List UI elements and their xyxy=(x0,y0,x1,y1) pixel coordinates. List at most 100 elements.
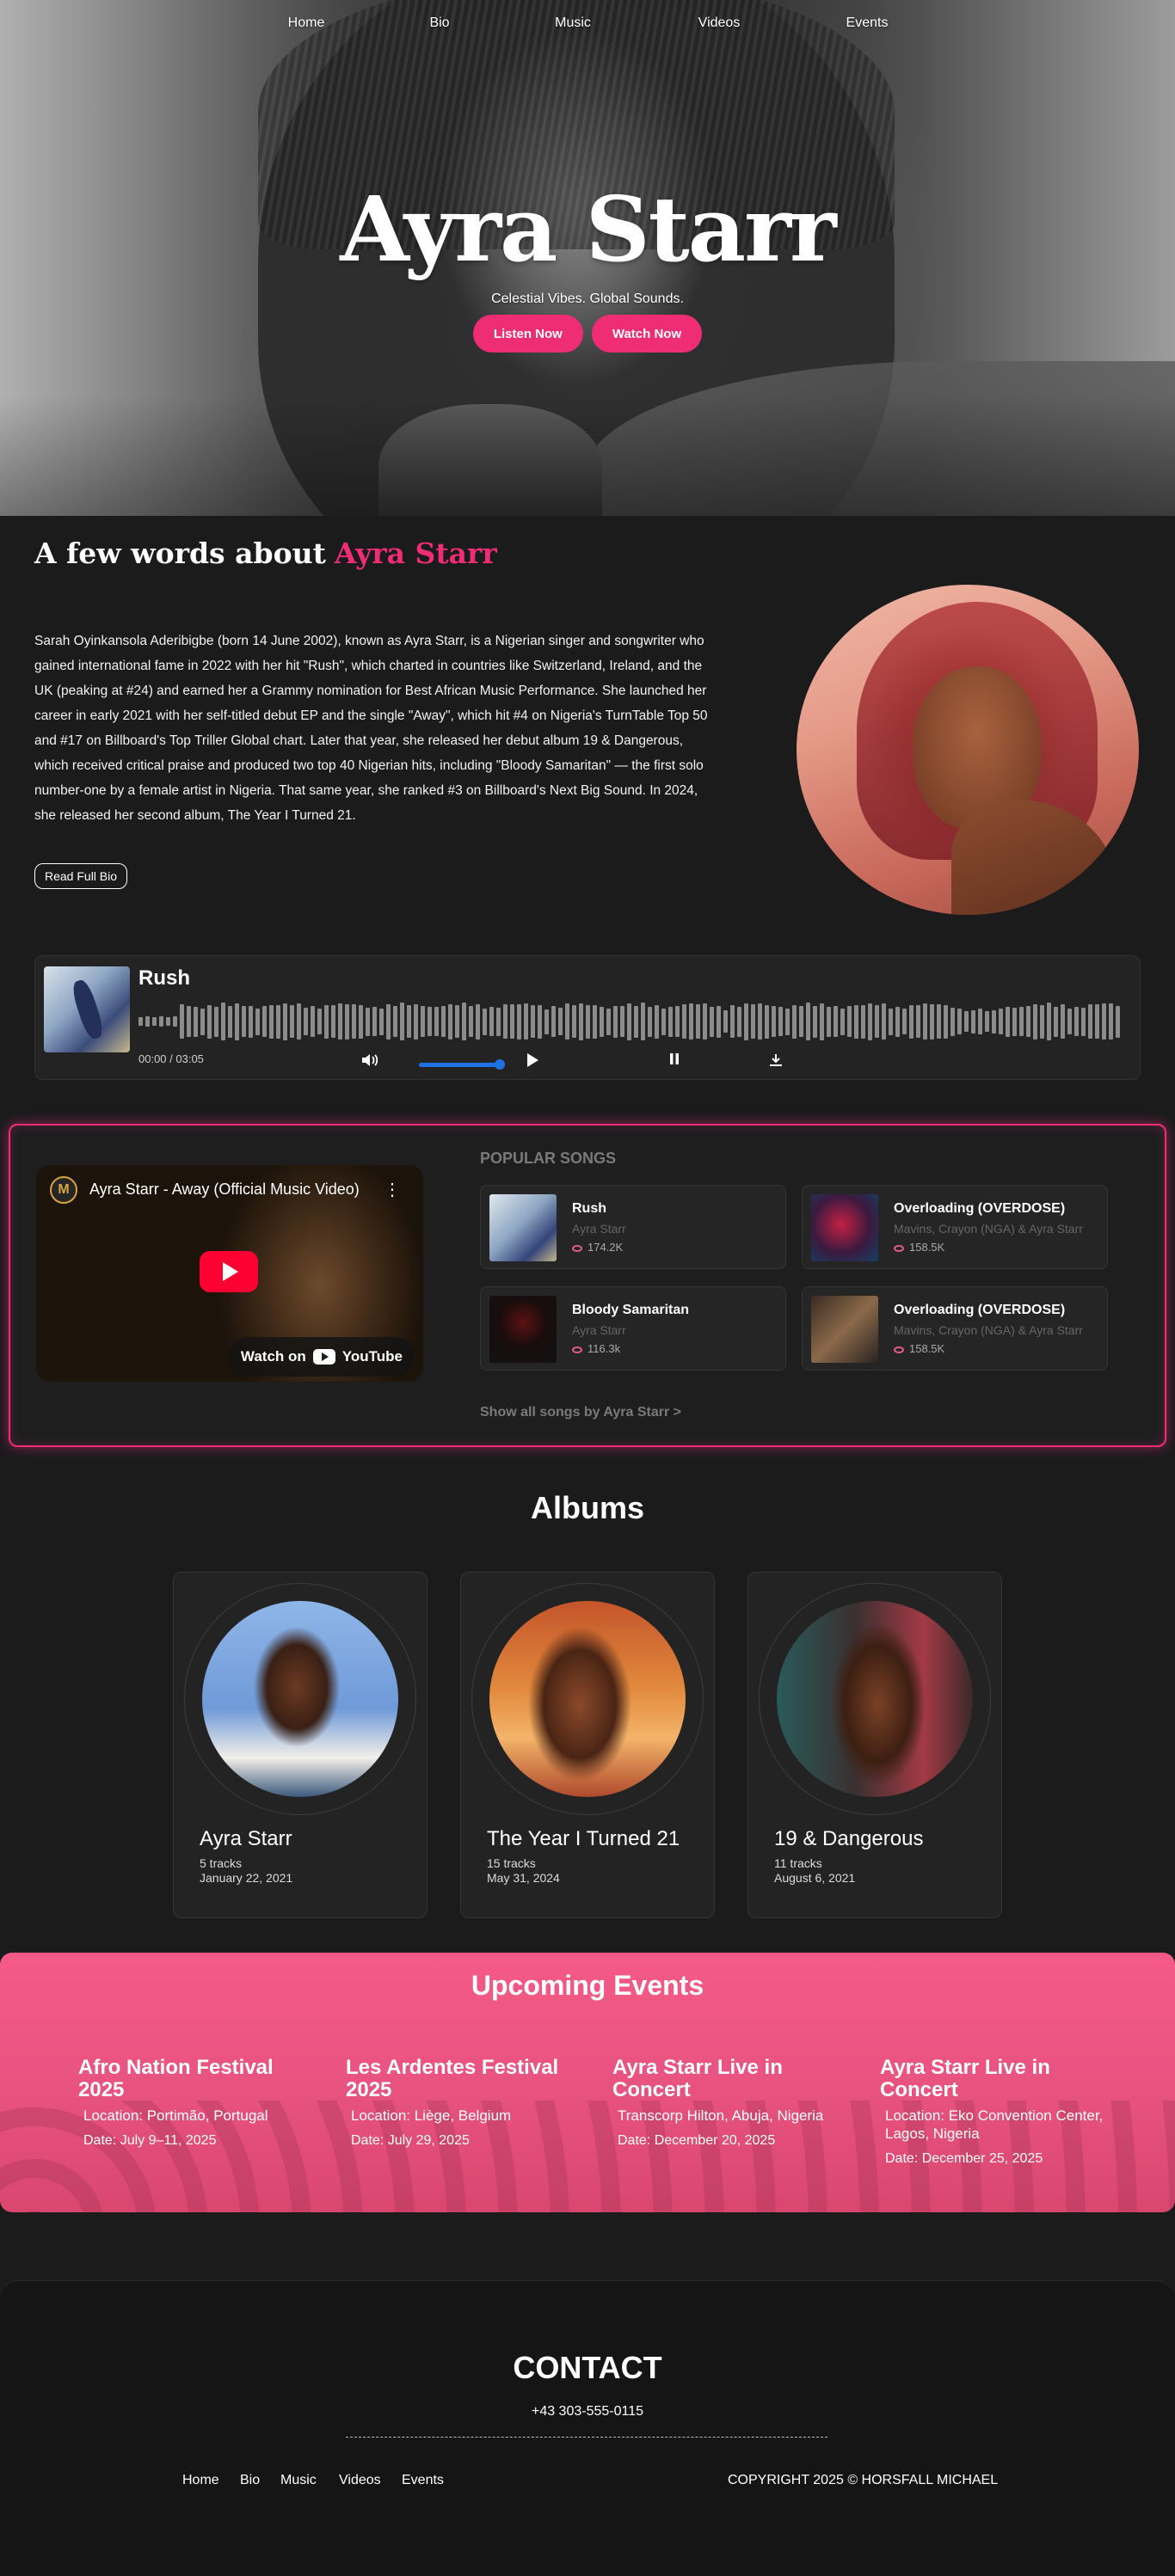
waveform-bar xyxy=(317,1009,322,1034)
volume-slider[interactable] xyxy=(419,1059,505,1070)
video-title[interactable]: Ayra Starr - Away (Official Music Video) xyxy=(89,1181,360,1199)
event-location: Transcorp Hilton, Abuja, Nigeria xyxy=(618,2107,824,2124)
footer-nav-bio[interactable]: Bio xyxy=(240,2473,260,2488)
waveform-bar xyxy=(854,1004,858,1039)
waveform-bar xyxy=(324,1004,329,1039)
waveform-bar xyxy=(620,1006,624,1037)
waveform-bar xyxy=(668,1006,673,1037)
waveform-bar xyxy=(813,1005,817,1038)
waveform-bar xyxy=(978,1009,982,1034)
waveform-bar xyxy=(806,1003,810,1040)
eye-icon xyxy=(572,1346,582,1353)
song-title: Overloading (OVERDOSE) xyxy=(894,1201,1066,1216)
waveform-bar xyxy=(827,1006,831,1037)
waveform-bar xyxy=(496,1007,501,1036)
nav-home[interactable]: Home xyxy=(288,15,325,31)
waveform-bar xyxy=(1047,1003,1051,1040)
album-name: Ayra Starr xyxy=(200,1827,292,1850)
track-title: Rush xyxy=(138,966,190,990)
nav-bio[interactable]: Bio xyxy=(429,15,449,31)
waveform-bar xyxy=(1006,1006,1010,1037)
waveform-bar xyxy=(916,1005,920,1038)
waveform-bar xyxy=(214,1006,218,1037)
youtube-play-icon[interactable] xyxy=(200,1251,258,1292)
waveform-bar xyxy=(359,1004,363,1039)
song-plays-value: 174.2K xyxy=(588,1241,624,1254)
hero-tagline: Celestial Vibes. Global Sounds. xyxy=(491,291,684,306)
waveform-bar xyxy=(200,1008,205,1035)
footer-nav-videos[interactable]: Videos xyxy=(339,2473,381,2488)
waveform-bar xyxy=(613,1005,618,1038)
waveform-bar xyxy=(476,1003,480,1040)
channel-logo[interactable]: M xyxy=(50,1176,77,1204)
hero-buttons: Listen Now Watch Now xyxy=(0,315,1175,353)
nav-videos[interactable]: Videos xyxy=(698,15,741,31)
album-card[interactable]: 19 & Dangerous 11 tracks August 6, 2021 xyxy=(747,1572,1002,1918)
waveform-bar xyxy=(772,1006,776,1037)
bio-heading-prefix: A few words about xyxy=(34,537,326,570)
waveform-bar xyxy=(778,1007,783,1036)
waveform-bar xyxy=(971,1009,975,1033)
listen-now-button[interactable]: Listen Now xyxy=(472,315,583,353)
song-plays: 174.2K xyxy=(572,1241,623,1254)
popular-songs-heading: POPULAR SONGS xyxy=(480,1150,617,1167)
event-card[interactable]: Les Ardentes Festival 2025 Location: Liè… xyxy=(346,2057,587,2149)
album-cover xyxy=(202,1601,398,1797)
waveform-bar xyxy=(138,1017,143,1026)
footer-nav-music[interactable]: Music xyxy=(280,2473,317,2488)
waveform-bar xyxy=(510,1004,514,1039)
song-card[interactable]: Overloading (OVERDOSE) Mavins, Crayon (N… xyxy=(802,1286,1108,1371)
song-artist: Mavins, Crayon (NGA) & Ayra Starr xyxy=(894,1323,1083,1337)
waveform[interactable] xyxy=(138,997,1128,1046)
waveform-bar xyxy=(765,1004,769,1039)
album-date: May 31, 2024 xyxy=(487,1871,560,1885)
event-card[interactable]: Ayra Starr Live in Concert Transcorp Hil… xyxy=(612,2057,853,2149)
album-tracks: 5 tracks xyxy=(200,1856,243,1870)
waveform-bar xyxy=(448,1003,452,1040)
album-tracks: 15 tracks xyxy=(487,1856,536,1870)
song-card[interactable]: Bloody Samaritan Ayra Starr 116.3k xyxy=(480,1286,786,1371)
waveform-bar xyxy=(950,1007,955,1036)
contact-phone[interactable]: +43 303-555-0115 xyxy=(0,2404,1175,2420)
show-all-songs-link[interactable]: Show all songs by Ayra Starr > xyxy=(480,1405,681,1420)
volume-icon[interactable] xyxy=(360,1052,379,1072)
track-artwork xyxy=(44,966,130,1052)
waveform-bar xyxy=(930,1003,934,1040)
waveform-bar xyxy=(847,1006,852,1037)
waveform-bar xyxy=(1033,1003,1037,1040)
more-options-icon[interactable]: ⋮ xyxy=(384,1179,401,1200)
watch-now-button[interactable]: Watch Now xyxy=(591,315,703,353)
footer-nav-home[interactable]: Home xyxy=(182,2473,219,2488)
waveform-bar xyxy=(152,1017,157,1026)
waveform-bar xyxy=(889,1008,893,1035)
events-section: Upcoming Events Afro Nation Festival 202… xyxy=(0,1953,1175,2212)
waveform-bar xyxy=(441,1006,446,1037)
watch-on-youtube-button[interactable]: Watch on YouTube xyxy=(228,1337,415,1377)
song-plays-value: 116.3k xyxy=(588,1342,621,1355)
waveform-bar xyxy=(393,1006,397,1037)
events-heading: Upcoming Events xyxy=(471,1970,704,2001)
waveform-bar xyxy=(875,1005,879,1038)
bio-text: Sarah Oyinkansola Aderibigbe (born 14 Ju… xyxy=(34,634,708,823)
waveform-bar xyxy=(689,1003,693,1040)
album-card[interactable]: The Year I Turned 21 15 tracks May 31, 2… xyxy=(460,1572,715,1918)
youtube-embed[interactable]: M Ayra Starr - Away (Official Music Vide… xyxy=(36,1165,423,1382)
pause-icon[interactable] xyxy=(668,1052,680,1070)
event-card[interactable]: Afro Nation Festival 2025 Location: Port… xyxy=(78,2057,319,2149)
play-icon[interactable] xyxy=(526,1052,539,1072)
waveform-bar xyxy=(1109,1003,1113,1040)
song-artwork xyxy=(811,1194,878,1261)
song-card[interactable]: Overloading (OVERDOSE) Mavins, Crayon (N… xyxy=(802,1185,1108,1269)
event-card[interactable]: Ayra Starr Live in Concert Location: Eko… xyxy=(880,2057,1121,2167)
album-card[interactable]: Ayra Starr 5 tracks January 22, 2021 xyxy=(173,1572,428,1918)
download-icon[interactable] xyxy=(768,1052,784,1072)
event-location: Location: Eko Convention Center, Lagos, … xyxy=(885,2107,1104,2142)
song-card[interactable]: Rush Ayra Starr 174.2K xyxy=(480,1185,786,1269)
read-full-bio-button[interactable]: Read Full Bio xyxy=(34,863,128,889)
footer-nav-events[interactable]: Events xyxy=(402,2473,444,2488)
waveform-bar xyxy=(544,1009,549,1034)
nav-events[interactable]: Events xyxy=(846,15,889,31)
waveform-bar xyxy=(455,1005,459,1038)
nav-music[interactable]: Music xyxy=(555,15,591,31)
waveform-bar xyxy=(249,1005,253,1038)
